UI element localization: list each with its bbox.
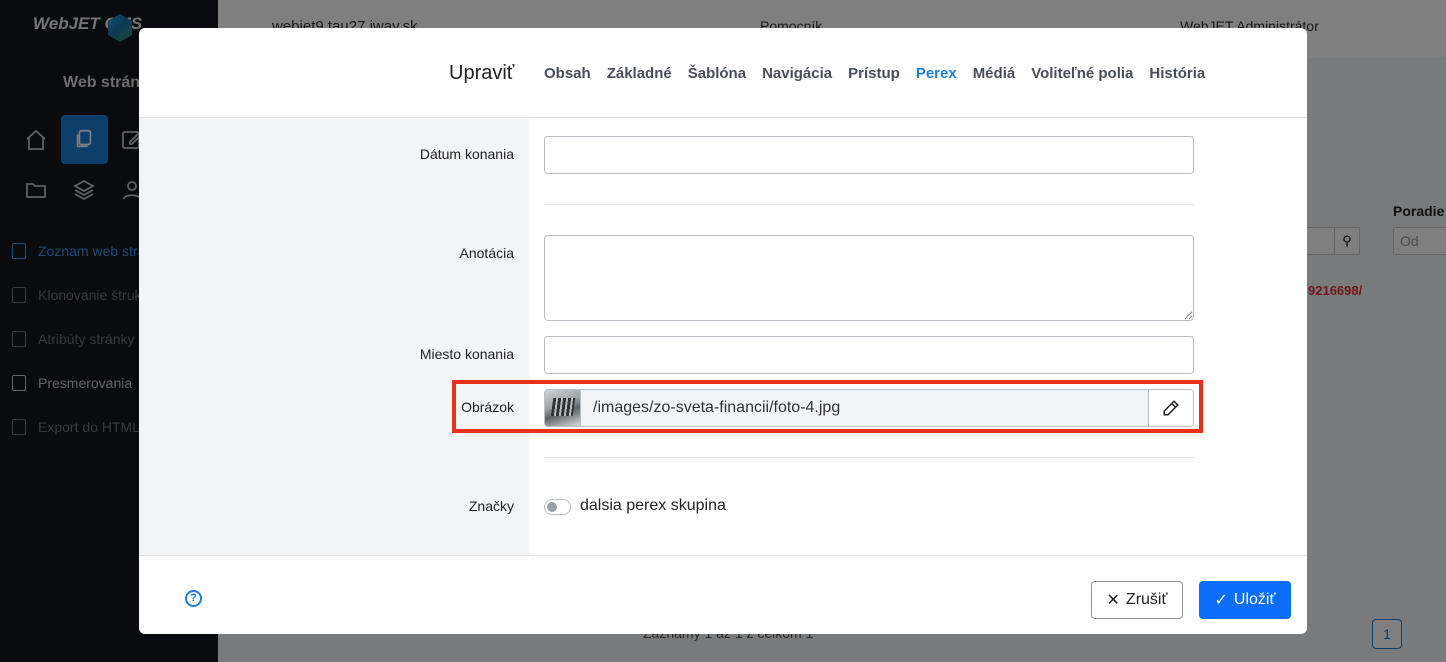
tab-obsah[interactable]: Obsah <box>544 65 591 82</box>
pencil-icon <box>1163 400 1179 416</box>
image-edit-button[interactable] <box>1148 390 1193 426</box>
tab-media[interactable]: Médiá <box>973 65 1016 82</box>
toggle-label[interactable]: dalsia perex skupina <box>580 497 726 515</box>
divider <box>544 457 1195 458</box>
image-field: /images/zo-sveta-financii/foto-4.jpg <box>544 389 1194 427</box>
save-button[interactable]: ✓ Uložiť <box>1199 581 1291 619</box>
tab-volitelne-polia[interactable]: Voliteľné polia <box>1031 65 1133 82</box>
label-column <box>139 118 529 555</box>
divider <box>544 204 1195 205</box>
tab-zakladne[interactable]: Základné <box>607 65 672 82</box>
modal-body: Dátum konania Anotácia Miesto konania Ob… <box>139 118 1307 555</box>
modal-tabs: Obsah Základné Šablóna Navigácia Prístup… <box>544 65 1205 82</box>
tab-sablona[interactable]: Šablóna <box>688 65 746 82</box>
anotacia-label: Anotácia <box>459 245 514 261</box>
image-thumbnail <box>545 390 581 426</box>
modal-header: Upraviť Obsah Základné Šablóna Navigácia… <box>139 28 1307 118</box>
modal-footer: ? ✕ Zrušiť ✓ Uložiť <box>139 555 1307 634</box>
znacky-label: Značky <box>468 498 514 514</box>
miesto-label: Miesto konania <box>419 346 514 362</box>
miesto-field[interactable] <box>544 336 1194 374</box>
perex-group-toggle[interactable] <box>544 499 571 515</box>
datum-label: Dátum konania <box>419 146 514 162</box>
tab-historia[interactable]: História <box>1149 65 1205 82</box>
anotacia-field[interactable] <box>544 235 1194 321</box>
tab-perex[interactable]: Perex <box>916 65 957 82</box>
toggle-knob <box>547 502 557 512</box>
close-icon: ✕ <box>1106 592 1120 609</box>
help-circle-icon[interactable]: ? <box>185 590 202 607</box>
tab-pristup[interactable]: Prístup <box>848 65 900 82</box>
image-path-input[interactable]: /images/zo-sveta-financii/foto-4.jpg <box>581 390 1148 426</box>
modal-title: Upraviť <box>449 62 515 84</box>
edit-modal: Upraviť Obsah Základné Šablóna Navigácia… <box>139 28 1307 634</box>
cancel-button[interactable]: ✕ Zrušiť <box>1091 581 1183 619</box>
check-icon: ✓ <box>1214 592 1228 609</box>
obrazok-label: Obrázok <box>461 399 514 415</box>
tab-navigacia[interactable]: Navigácia <box>762 65 832 82</box>
datum-field[interactable] <box>544 136 1194 174</box>
